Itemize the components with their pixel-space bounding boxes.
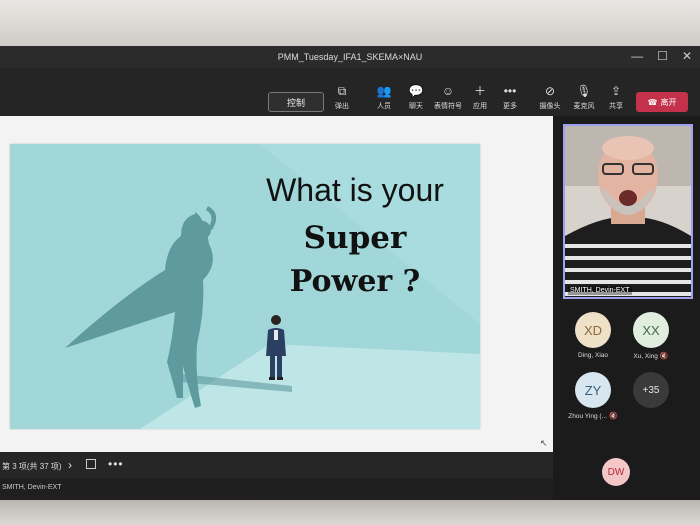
popout-icon: ⧉ (337, 84, 347, 98)
share-icon: ⇪ (610, 84, 622, 98)
presenter-video (565, 126, 691, 297)
teams-meeting-window: PMM_Tuesday_IFA1_SKEMA×NAU — ☐ ✕ 控制 ⧉ 弹出… (0, 46, 700, 502)
mouse-cursor-icon: ↖ (540, 438, 548, 448)
participant-name: Ding, Xiao (578, 352, 608, 359)
more-icon: ••• (503, 84, 517, 98)
slide-navigation-bar: 第 3 项(共 37 项) › ••• (0, 452, 553, 478)
phone-hangup-icon: ☎ (647, 97, 658, 107)
screen-bezel-top (0, 0, 700, 46)
avatar: XD (575, 312, 611, 348)
shared-content-stage: What is your Super Power ? ↖ (0, 116, 553, 452)
participant-name: Xu, Xing (633, 353, 658, 360)
title-bar: PMM_Tuesday_IFA1_SKEMA×NAU — ☐ ✕ (0, 46, 700, 68)
minimize-icon[interactable]: — (631, 49, 643, 63)
presentation-slide: What is your Super Power ? (10, 144, 480, 429)
close-icon[interactable]: ✕ (682, 49, 692, 63)
participant-tile[interactable]: ZY Zhou Ying (... 🔇 (563, 372, 623, 420)
participant-name: Zhou Ying (... (568, 413, 607, 420)
avatar: ZY (575, 372, 611, 408)
participants-panel: SMITH, Devin-EXT XD Ding, Xiao XX Xu, Xi… (553, 116, 700, 502)
presenter-video-tile[interactable]: SMITH, Devin-EXT (563, 124, 693, 299)
slide-counter: 第 3 项(共 37 项) (2, 462, 62, 471)
leave-button[interactable]: ☎ 离开 (636, 92, 688, 112)
presenter-name: SMITH, Devin-EXT (2, 484, 62, 491)
participant-tile[interactable]: XD Ding, Xiao (563, 312, 623, 359)
share-button[interactable]: ⇪ 共享 (596, 84, 636, 111)
control-button[interactable]: 控制 (268, 92, 324, 112)
participant-tile[interactable]: XX Xu, Xing 🔇 (621, 312, 681, 360)
mic-muted-icon: 🔇 (659, 353, 669, 360)
screen-bezel-bottom (0, 500, 700, 525)
maximize-icon[interactable]: ☐ (657, 49, 668, 63)
slide-overview-icon[interactable] (86, 459, 96, 469)
avatar: XX (633, 312, 669, 348)
mic-muted-icon: 🔇 (608, 413, 618, 420)
slide-heading: What is your (266, 172, 444, 208)
more-participants-tile[interactable]: +35 (621, 372, 681, 408)
more-button[interactable]: ••• 更多 (490, 84, 530, 111)
video-participant-name: SMITH, Devin-EXT (568, 286, 632, 295)
more-participants-count: +35 (633, 372, 669, 408)
popout-button[interactable]: ⧉ 弹出 (322, 84, 362, 111)
window-title: PMM_Tuesday_IFA1_SKEMA×NAU (277, 52, 423, 62)
self-avatar[interactable]: DW (602, 458, 630, 486)
slide-emphasis-super: Super (303, 220, 407, 256)
slide-emphasis-power: Power ? (289, 264, 421, 299)
next-slide-icon[interactable]: › (68, 458, 72, 472)
meeting-toolbar: 控制 ⧉ 弹出 👥 人员 💬 聊天 ☺ 表情符号 ＋ 应用 ••• 更多 ⊘ 摄… (0, 68, 700, 116)
slide-more-options-icon[interactable]: ••• (108, 457, 124, 471)
